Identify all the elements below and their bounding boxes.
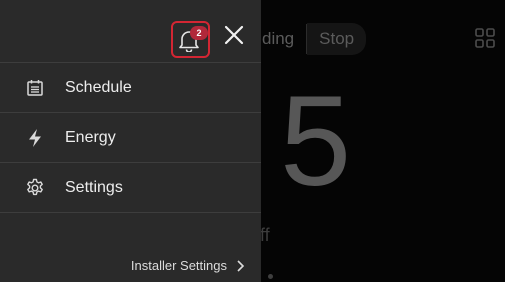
menu-item-schedule[interactable]: Schedule [0, 63, 261, 113]
notifications-button[interactable]: 2 [171, 21, 210, 58]
notification-count-badge: 2 [190, 26, 208, 40]
installer-settings-label: Installer Settings [130, 258, 227, 273]
close-icon[interactable] [222, 23, 246, 47]
background-top-controls: ding Stop [250, 23, 367, 55]
chevron-right-icon [237, 259, 245, 272]
menu-item-label: Schedule [65, 78, 132, 96]
lightning-icon [25, 128, 45, 148]
menu-item-settings[interactable]: Settings [0, 163, 261, 213]
installer-settings-link[interactable]: Installer Settings [131, 258, 245, 273]
drawer-header: 2 [0, 0, 261, 63]
side-drawer: 2 Schedule Energy Settings Installer Set… [0, 0, 261, 282]
menu-item-energy[interactable]: Energy [0, 113, 261, 163]
background-mode-text: ff [260, 225, 270, 245]
background-stop-button: Stop [307, 23, 367, 55]
app-screen: ding Stop 5 ff 2 Schedule Energy Setting… [0, 0, 505, 282]
menu-item-label: Settings [65, 178, 123, 196]
calendar-icon [25, 78, 45, 98]
gear-icon [25, 178, 45, 198]
menu-item-label: Energy [65, 128, 116, 146]
background-setpoint-number: 5 [280, 70, 352, 213]
background-page-indicator [268, 274, 273, 279]
grid-icon [475, 28, 495, 48]
